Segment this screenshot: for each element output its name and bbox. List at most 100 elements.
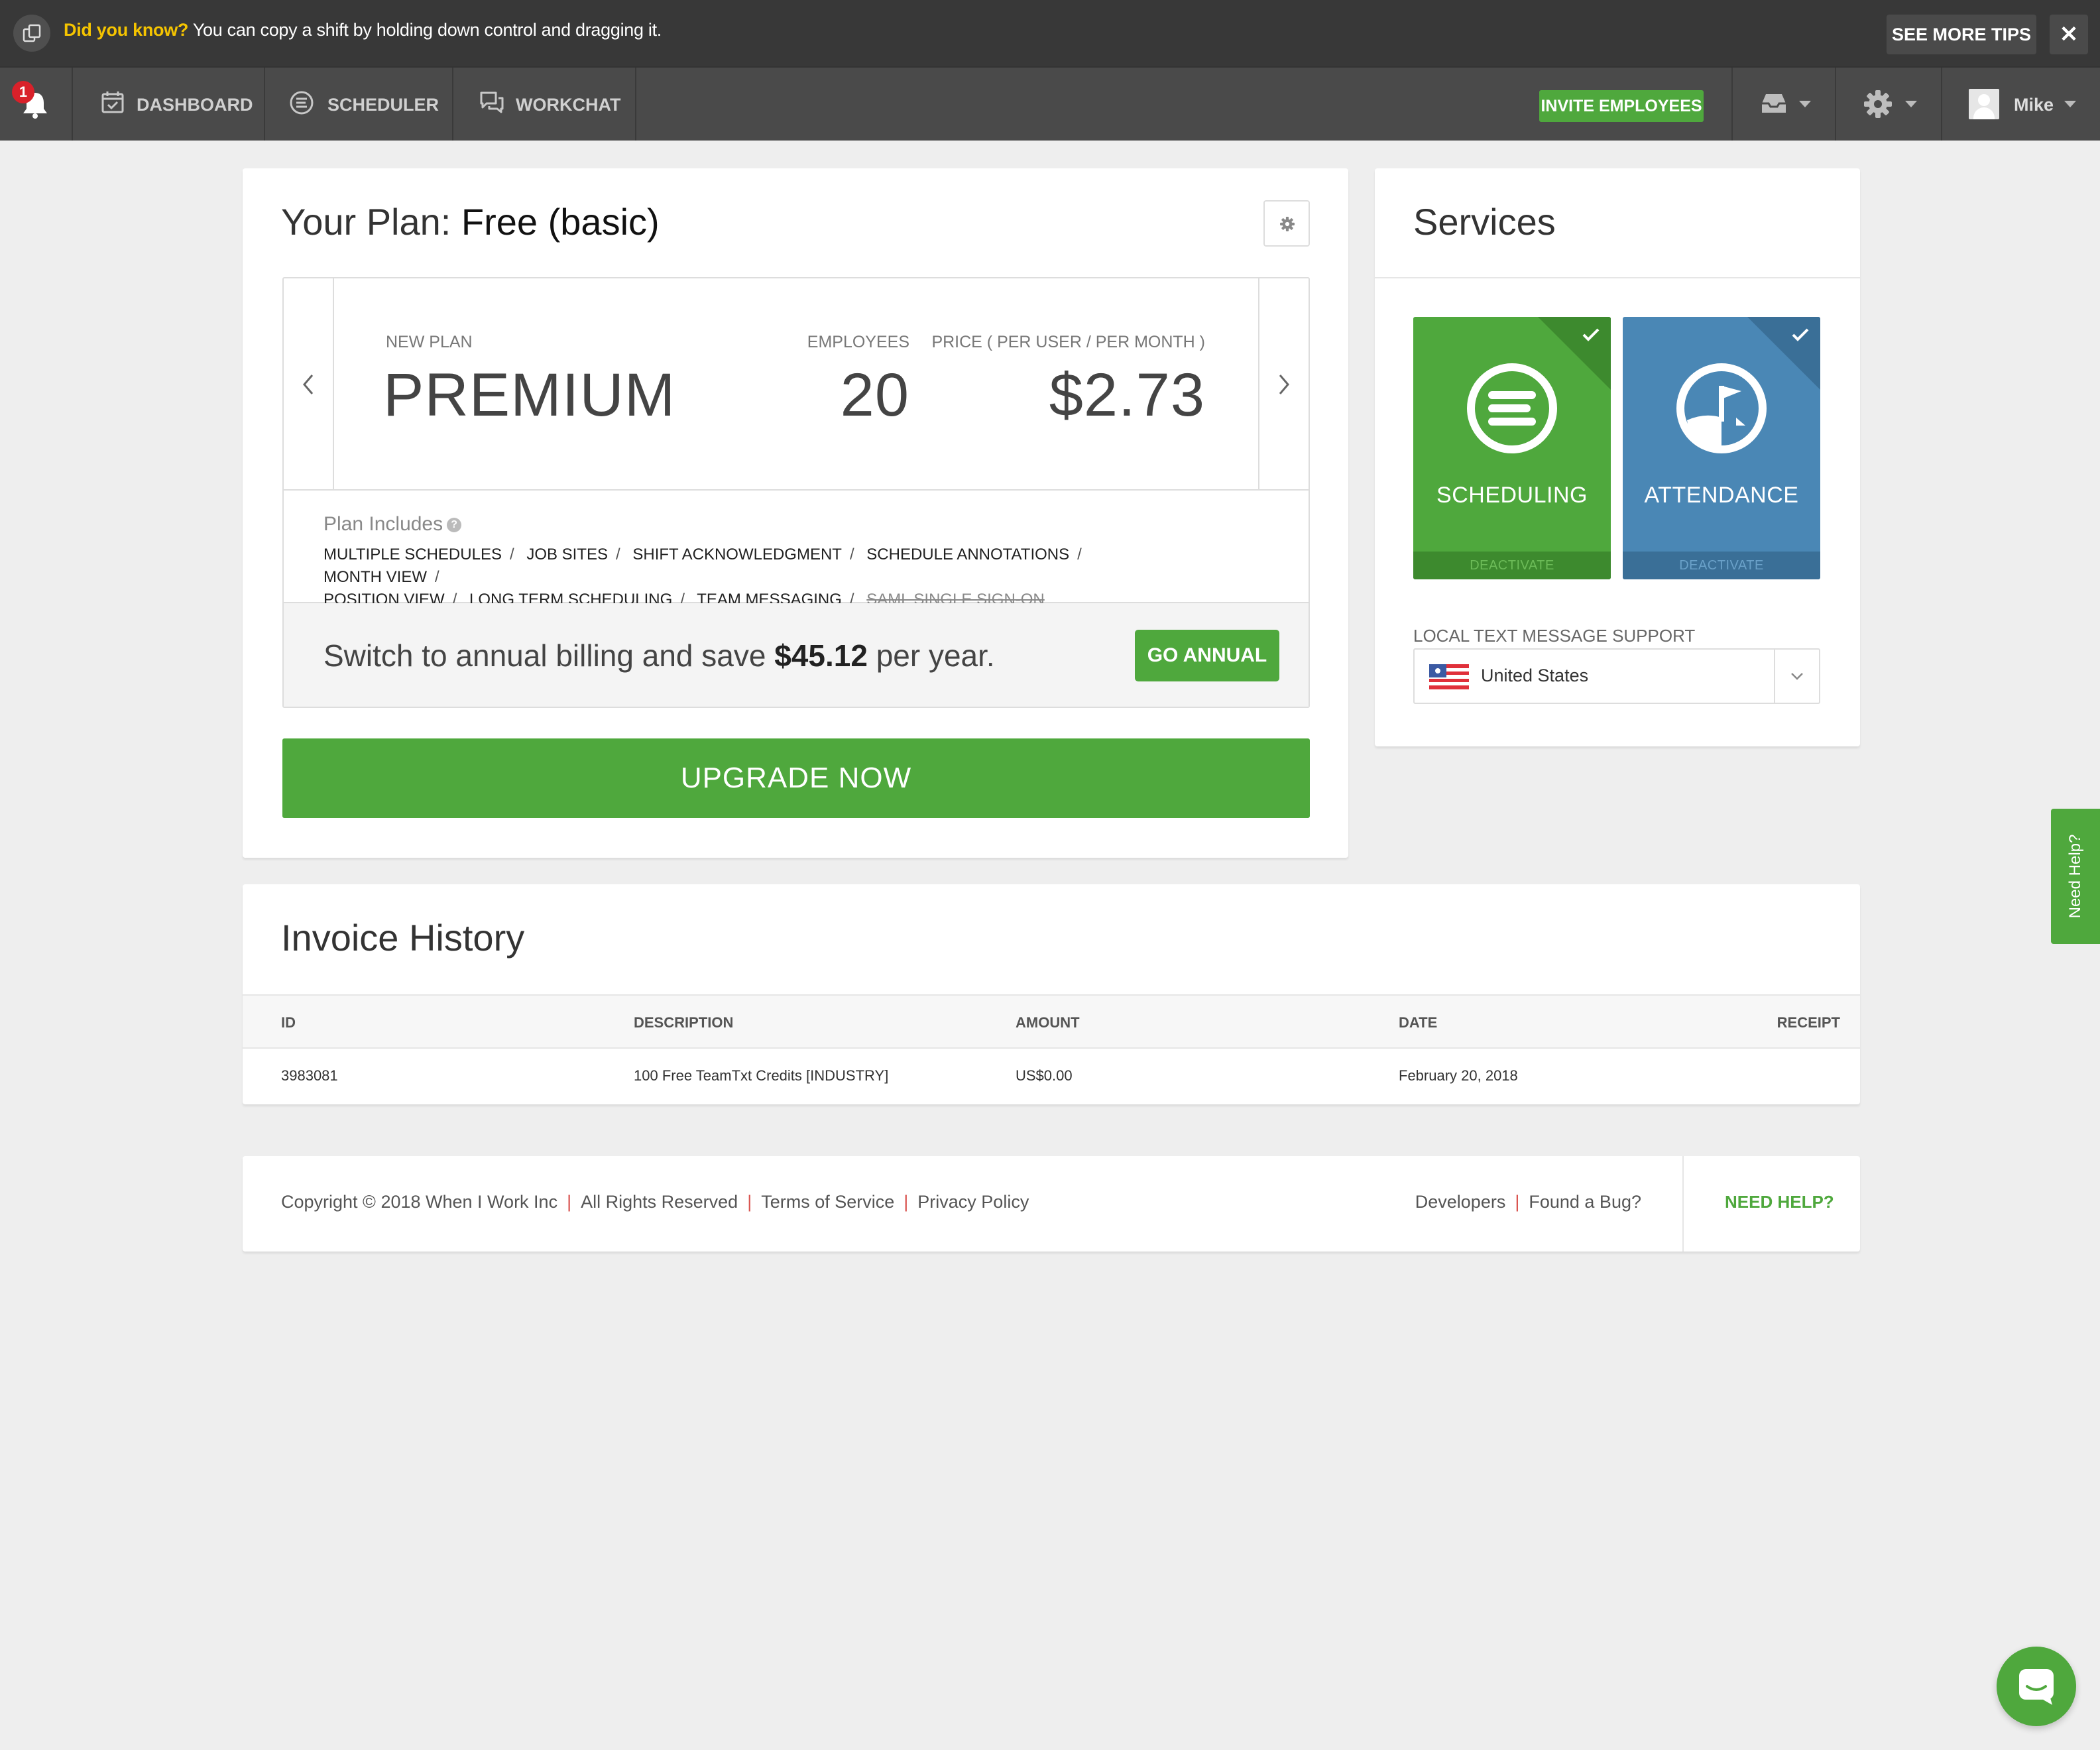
feature-item: SCHEDULE ANNOTATIONS <box>866 546 1070 563</box>
top-nav: 1 DASHBOARD SCHEDULER WORKCHAT INVITE EM… <box>0 66 2100 141</box>
service-name: ATTENDANCE <box>1644 483 1799 508</box>
deactivate-scheduling-button[interactable]: DEACTIVATE <box>1413 552 1611 579</box>
tip-message: Did you know? You can copy a shift by ho… <box>64 20 662 40</box>
nav-workchat[interactable]: WORKCHAT <box>453 68 636 141</box>
tip-bar: Did you know? You can copy a shift by ho… <box>0 0 2100 66</box>
deactivate-attendance-button[interactable]: DEACTIVATE <box>1623 552 1820 579</box>
nav-scheduler-label: SCHEDULER <box>327 95 439 115</box>
footer: Copyright © 2018 When I Work Inc | All Rig… <box>243 1156 1860 1252</box>
inbox-dropdown[interactable] <box>1731 68 1835 141</box>
us-flag-icon <box>1429 664 1469 689</box>
service-tile-scheduling[interactable]: SCHEDULING DEACTIVATE <box>1413 317 1611 579</box>
invite-employees-button[interactable]: INVITE EMPLOYEES <box>1539 90 1704 122</box>
chevron-right-icon <box>1279 375 1289 394</box>
check-icon <box>1792 328 1809 341</box>
settings-dropdown[interactable] <box>1835 68 1941 141</box>
footer-links-left: Copyright © 2018 When I Work Inc | All Rig… <box>281 1192 1029 1212</box>
current-plan-name: Free (basic) <box>461 201 660 243</box>
service-name: SCHEDULING <box>1436 483 1588 508</box>
column-header: DATE <box>1399 1014 1438 1031</box>
footer-links-right: Developers | Found a Bug? <box>1415 1192 1641 1212</box>
invoice-history-title: Invoice History <box>281 917 525 959</box>
previous-plan-button[interactable] <box>284 278 334 489</box>
notifications-button[interactable]: 1 <box>0 68 73 141</box>
go-annual-button[interactable]: GO ANNUAL <box>1135 630 1279 681</box>
column-header: RECEIPT <box>1777 1014 1840 1031</box>
chevron-down-icon <box>1791 673 1803 680</box>
services-card: Services SCHEDULING DEACTIVATE ATTENDANC… <box>1375 168 1860 746</box>
help-icon[interactable]: ? <box>447 518 462 533</box>
invoice-amount: US$0.00 <box>1016 1067 1073 1084</box>
chat-bubbles-icon <box>480 91 504 113</box>
plan-includes-title: Plan Includes? <box>323 513 462 536</box>
copyright: Copyright © 2018 When I Work Inc <box>281 1192 558 1212</box>
annual-billing-text: Switch to annual billing and save $45.12… <box>323 638 995 673</box>
rights-reserved: All Rights Reserved <box>581 1192 738 1212</box>
scheduler-icon <box>290 91 314 115</box>
divider <box>1682 1156 1684 1252</box>
calendar-check-icon <box>101 91 124 113</box>
divider <box>1375 277 1860 278</box>
chevron-down-icon <box>2064 101 2076 107</box>
developers-link[interactable]: Developers <box>1415 1192 1506 1212</box>
inbox-icon <box>1762 94 1786 113</box>
invoice-id: 3983081 <box>281 1067 338 1084</box>
report-bug-link[interactable]: Found a Bug? <box>1529 1192 1641 1212</box>
invoice-date: February 20, 2018 <box>1399 1067 1518 1084</box>
country-dropdown-toggle[interactable] <box>1774 650 1819 703</box>
attendance-flag-icon <box>1676 363 1767 453</box>
country-select[interactable]: United States <box>1413 648 1820 704</box>
footer-need-help-link[interactable]: NEED HELP? <box>1725 1192 1834 1212</box>
employees-value: 20 <box>840 361 909 429</box>
need-help-tab[interactable]: Need Help? <box>2051 809 2100 944</box>
price-label: PRICE ( PER USER / PER MONTH ) <box>931 333 1205 351</box>
plan-title-prefix: Your Plan: <box>281 201 451 243</box>
country-value: United States <box>1481 666 1589 685</box>
check-icon <box>1582 328 1600 341</box>
annual-text-post: per year. <box>876 638 995 673</box>
annual-text-pre: Switch to annual billing and save <box>323 638 766 673</box>
nav-dashboard-label: DASHBOARD <box>137 95 253 115</box>
sms-support-label: LOCAL TEXT MESSAGE SUPPORT <box>1413 626 1696 646</box>
chat-launcher-button[interactable] <box>1997 1647 2076 1726</box>
need-help-tab-label: Need Help? <box>2066 834 2084 919</box>
privacy-link[interactable]: Privacy Policy <box>917 1192 1029 1212</box>
tip-text: You can copy a shift by holding down con… <box>192 20 662 40</box>
notification-badge: 1 <box>12 81 34 103</box>
chevron-down-icon <box>1799 101 1811 107</box>
nav-dashboard[interactable]: DASHBOARD <box>73 68 265 141</box>
services-title: Services <box>1413 201 1556 243</box>
feature-list: MULTIPLE SCHEDULES / JOB SITES / SHIFT ACK… <box>323 546 1082 609</box>
next-plan-button[interactable] <box>1258 278 1309 489</box>
plan-includes-label: Plan Includes <box>323 513 443 535</box>
plan-includes: Plan Includes? MULTIPLE SCHEDULES / JOB S… <box>284 491 1309 609</box>
price-value: $2.73 <box>1049 361 1205 429</box>
invoice-description: 100 Free TeamTxt Credits [INDUSTRY] <box>634 1067 889 1084</box>
close-tip-button[interactable]: ✕ <box>2050 15 2088 54</box>
column-header: ID <box>281 1014 296 1031</box>
service-tile-attendance[interactable]: ATTENDANCE DEACTIVATE <box>1623 317 1820 579</box>
avatar <box>1969 89 1999 119</box>
tip-label: Did you know? <box>64 20 189 40</box>
plan-title: Your Plan: Free (basic) <box>281 200 660 243</box>
user-name: Mike <box>2014 95 2054 115</box>
user-menu[interactable]: Mike <box>1941 68 2100 141</box>
invoice-history-card: Invoice History ID DESCRIPTION AMOUNT DA… <box>243 884 1860 1104</box>
upgrade-now-button[interactable]: UPGRADE NOW <box>282 738 1310 818</box>
copy-icon <box>13 15 50 52</box>
annual-billing-banner: Switch to annual billing and save $45.12… <box>284 603 1309 707</box>
plan-settings-button[interactable] <box>1263 200 1310 247</box>
nav-scheduler[interactable]: SCHEDULER <box>265 68 453 141</box>
feature-item: SHIFT ACKNOWLEDGMENT <box>632 546 842 563</box>
chevron-down-icon <box>1905 101 1917 107</box>
terms-link[interactable]: Terms of Service <box>761 1192 894 1212</box>
new-plan-label: NEW PLAN <box>386 333 473 351</box>
see-more-tips-button[interactable]: SEE MORE TIPS <box>1887 15 2036 54</box>
annual-savings-amount: $45.12 <box>774 638 868 673</box>
plan-carousel: NEW PLAN PREMIUM EMPLOYEES 20 PRICE ( PE… <box>284 278 1309 491</box>
plan-selector: NEW PLAN PREMIUM EMPLOYEES 20 PRICE ( PE… <box>282 277 1310 708</box>
employees-label: EMPLOYEES <box>807 333 909 351</box>
nav-workchat-label: WORKCHAT <box>516 95 621 115</box>
feature-item: JOB SITES <box>526 546 609 563</box>
gear-icon <box>1864 90 1892 118</box>
